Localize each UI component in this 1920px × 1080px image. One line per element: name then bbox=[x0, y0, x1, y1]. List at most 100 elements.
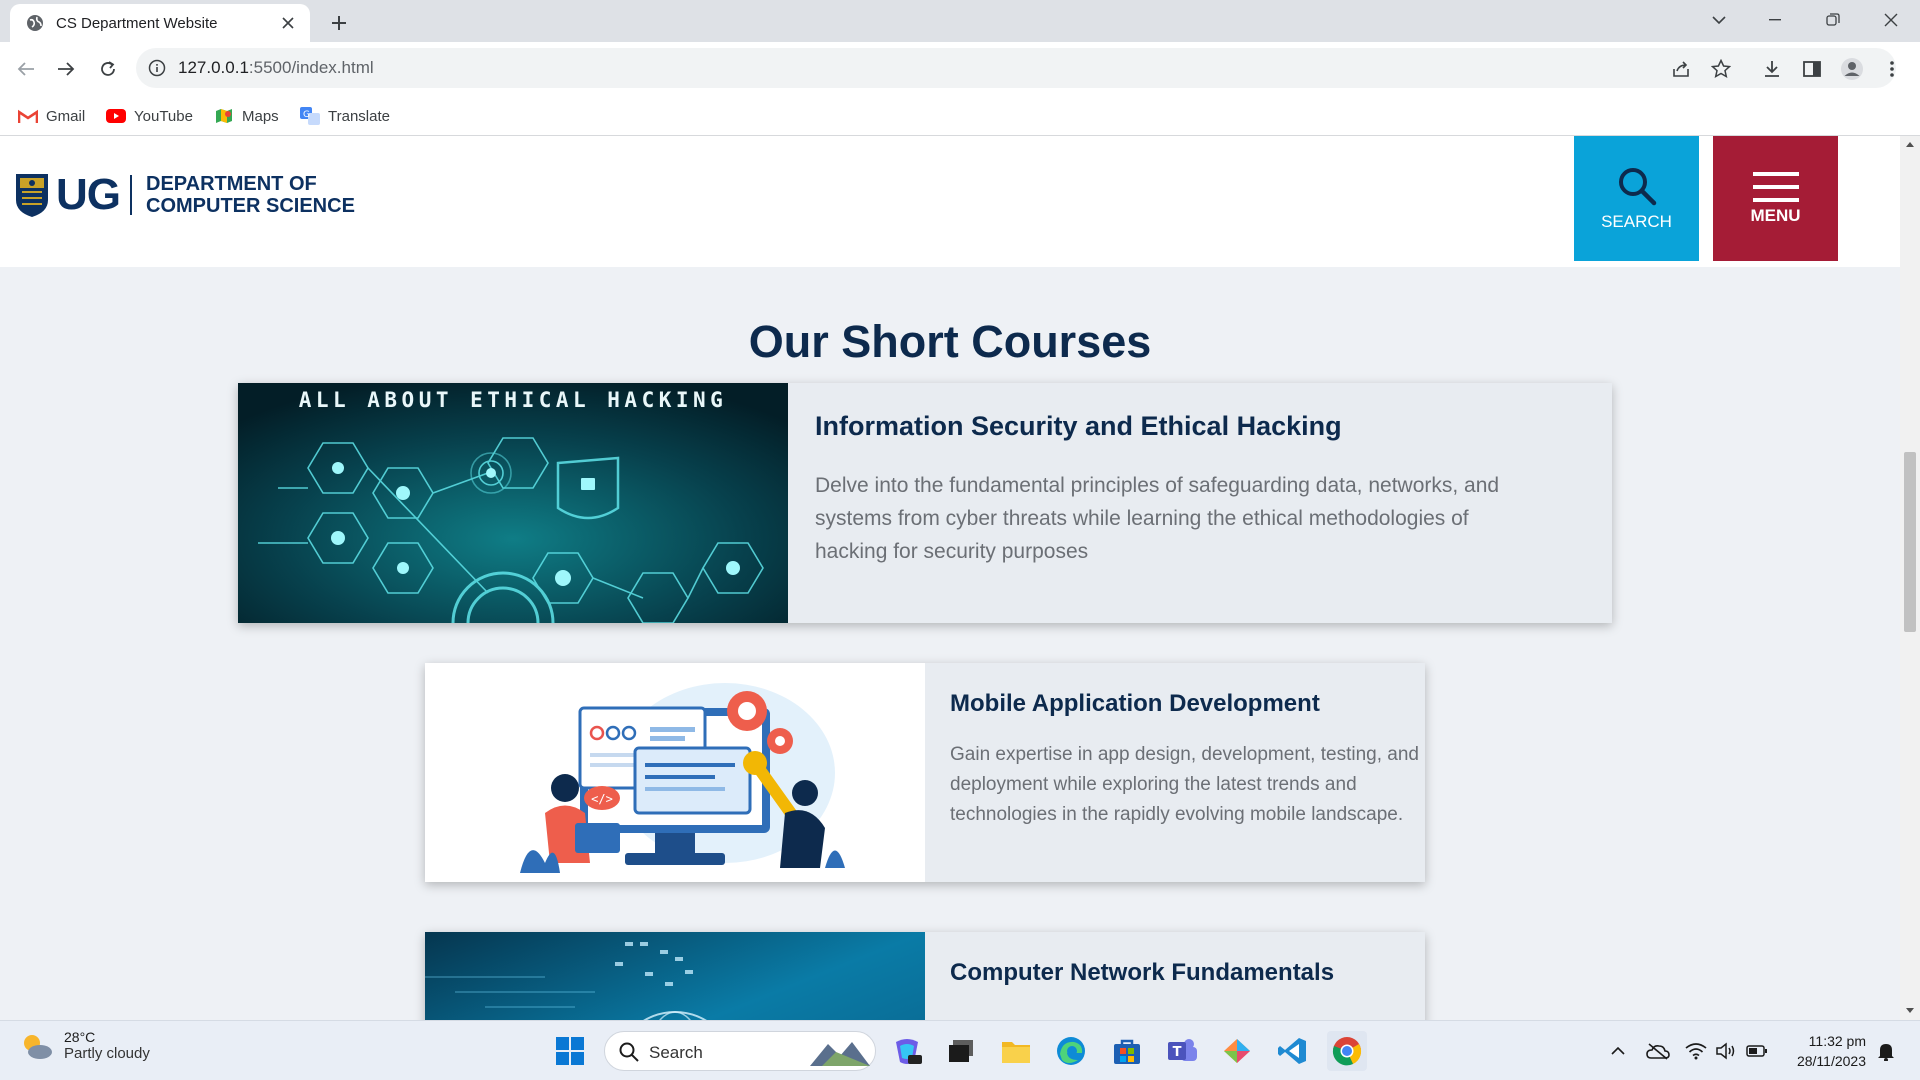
logo-divider bbox=[130, 175, 132, 215]
minimize-button[interactable] bbox=[1752, 4, 1798, 36]
svg-text:T: T bbox=[1173, 1045, 1182, 1060]
course-image-caption: ALL ABOUT ETHICAL HACKING bbox=[299, 388, 728, 412]
department-name: DEPARTMENT OF COMPUTER SCIENCE bbox=[146, 173, 355, 217]
university-crest-icon bbox=[16, 174, 48, 217]
search-button[interactable]: SEARCH bbox=[1574, 136, 1699, 261]
course-card-networking[interactable]: Computer Network Fundamentals bbox=[425, 932, 1425, 1020]
browser-tab[interactable]: CS Department Website bbox=[10, 4, 310, 42]
url-text: 127.0.0.1:5500/index.html bbox=[178, 58, 374, 78]
menu-button-label: MENU bbox=[1750, 205, 1801, 225]
bookmark-gmail[interactable]: Gmail bbox=[18, 104, 85, 128]
course-image-network bbox=[425, 932, 925, 1020]
gmail-icon bbox=[18, 108, 38, 124]
profile-avatar-icon[interactable] bbox=[1836, 53, 1868, 85]
maps-icon bbox=[214, 108, 234, 124]
system-clock[interactable]: 11:32 pm 28/11/2023 bbox=[1770, 1031, 1866, 1071]
course-title: Computer Network Fundamentals bbox=[950, 959, 1335, 986]
taskbar-search[interactable]: Search bbox=[604, 1031, 876, 1071]
weather-temp: 28°C bbox=[64, 1029, 96, 1045]
department-line-2: COMPUTER SCIENCE bbox=[146, 195, 355, 217]
bookmark-label: Maps bbox=[242, 107, 279, 125]
youtube-icon bbox=[106, 108, 126, 124]
search-icon bbox=[619, 1042, 639, 1062]
svg-text:</>: </> bbox=[591, 792, 613, 806]
back-button[interactable] bbox=[10, 53, 42, 85]
tab-title: CS Department Website bbox=[56, 14, 218, 32]
copilot-icon[interactable] bbox=[887, 1031, 927, 1071]
site-info-icon[interactable] bbox=[148, 59, 166, 77]
globe-icon bbox=[26, 14, 44, 32]
vscode-icon[interactable] bbox=[1272, 1031, 1312, 1071]
department-line-1: DEPARTMENT OF bbox=[146, 173, 317, 195]
course-title: Information Security and Ethical Hacking bbox=[815, 411, 1342, 441]
logo-ug-text: UG bbox=[56, 170, 121, 219]
partly-cloudy-icon bbox=[24, 1034, 52, 1059]
browser-toolbar: 127.0.0.1:5500/index.html bbox=[0, 42, 1920, 96]
url-path: :5500/index.html bbox=[248, 58, 374, 77]
search-button-label: SEARCH bbox=[1601, 211, 1672, 231]
taskbar-search-label: Search bbox=[649, 1043, 703, 1062]
hamburger-icon bbox=[1752, 171, 1799, 202]
search-highlight-icon bbox=[810, 1042, 870, 1066]
page-viewport: UG DEPARTMENT OF COMPUTER SCIENCE SEARCH… bbox=[0, 136, 1900, 1020]
file-explorer-icon[interactable] bbox=[996, 1031, 1036, 1071]
clock-time: 11:32 pm bbox=[1808, 1033, 1866, 1049]
scrollbar-thumb[interactable] bbox=[1904, 452, 1916, 632]
tab-search-icon[interactable] bbox=[1696, 4, 1742, 36]
new-tab-button[interactable] bbox=[324, 8, 354, 38]
windows-taskbar: 28°C Partly cloudy Search T 11:32 pm 28/… bbox=[0, 1020, 1920, 1080]
scroll-down-arrow-icon[interactable] bbox=[1900, 1002, 1920, 1018]
course-title: Mobile Application Development bbox=[950, 690, 1320, 717]
course-description: Gain expertise in app design, developmen… bbox=[950, 744, 1419, 825]
onedrive-offline-icon[interactable] bbox=[1646, 1040, 1670, 1062]
page-scrollbar[interactable] bbox=[1900, 136, 1920, 1020]
menu-button[interactable]: MENU bbox=[1713, 136, 1838, 261]
task-view-icon[interactable] bbox=[941, 1031, 981, 1071]
reload-button[interactable] bbox=[92, 53, 124, 85]
weather-widget[interactable]: 28°C Partly cloudy bbox=[20, 1029, 150, 1062]
more-menu-icon[interactable] bbox=[1876, 53, 1908, 85]
course-image-hacking: ALL ABOUT ETHICAL HACKING bbox=[238, 383, 788, 623]
bookmark-label: YouTube bbox=[134, 107, 193, 125]
restore-button[interactable] bbox=[1810, 4, 1856, 36]
teams-icon[interactable]: T bbox=[1162, 1031, 1202, 1071]
translate-icon: G bbox=[300, 107, 320, 125]
wifi-icon[interactable] bbox=[1684, 1040, 1708, 1062]
scroll-up-arrow-icon[interactable] bbox=[1900, 136, 1920, 152]
chrome-icon[interactable] bbox=[1327, 1031, 1367, 1071]
bookmark-translate[interactable]: G Translate bbox=[300, 104, 390, 128]
search-icon bbox=[1618, 167, 1656, 205]
bookmark-label: Translate bbox=[328, 107, 390, 125]
department-logo[interactable]: UG DEPARTMENT OF COMPUTER SCIENCE bbox=[14, 172, 355, 218]
course-card-mobile-app[interactable]: </> Mobile Application Development Gain … bbox=[425, 663, 1425, 882]
site-header: UG DEPARTMENT OF COMPUTER SCIENCE SEARCH… bbox=[0, 136, 1900, 267]
tab-strip: CS Department Website bbox=[0, 0, 1920, 42]
address-bar[interactable]: 127.0.0.1:5500/index.html bbox=[136, 48, 1896, 88]
edge-icon[interactable] bbox=[1051, 1031, 1091, 1071]
windows-start-icon[interactable] bbox=[550, 1031, 590, 1071]
notification-bell-icon[interactable] bbox=[1874, 1040, 1898, 1062]
url-host: 127.0.0.1 bbox=[178, 58, 249, 77]
svg-text:G: G bbox=[303, 110, 310, 120]
volume-icon[interactable] bbox=[1714, 1040, 1738, 1062]
side-panel-icon[interactable] bbox=[1796, 53, 1828, 85]
close-tab-icon[interactable] bbox=[278, 13, 298, 33]
microsoft-store-icon[interactable] bbox=[1107, 1031, 1147, 1071]
bookmark-label: Gmail bbox=[46, 107, 86, 125]
section-title: Our Short Courses bbox=[748, 316, 1152, 367]
share-icon[interactable] bbox=[1672, 59, 1692, 79]
download-icon[interactable] bbox=[1756, 53, 1788, 85]
weather-condition: Partly cloudy bbox=[64, 1045, 150, 1062]
photos-app-icon[interactable] bbox=[1217, 1031, 1257, 1071]
course-description: Delve into the fundamental principles of… bbox=[815, 474, 1500, 563]
bookmarks-bar: Gmail YouTube Maps G Translate bbox=[0, 96, 1920, 136]
bookmark-youtube[interactable]: YouTube bbox=[106, 104, 193, 128]
forward-button[interactable] bbox=[50, 53, 82, 85]
battery-icon[interactable] bbox=[1745, 1040, 1769, 1062]
course-card-ethical-hacking[interactable]: ALL ABOUT ETHICAL HACKING Information Se… bbox=[238, 383, 1612, 623]
close-window-button[interactable] bbox=[1868, 4, 1914, 36]
clock-date: 28/11/2023 bbox=[1796, 1053, 1866, 1069]
bookmark-maps[interactable]: Maps bbox=[214, 104, 279, 128]
bookmark-star-icon[interactable] bbox=[1711, 59, 1731, 79]
show-hidden-icons-chevron[interactable] bbox=[1606, 1040, 1630, 1062]
